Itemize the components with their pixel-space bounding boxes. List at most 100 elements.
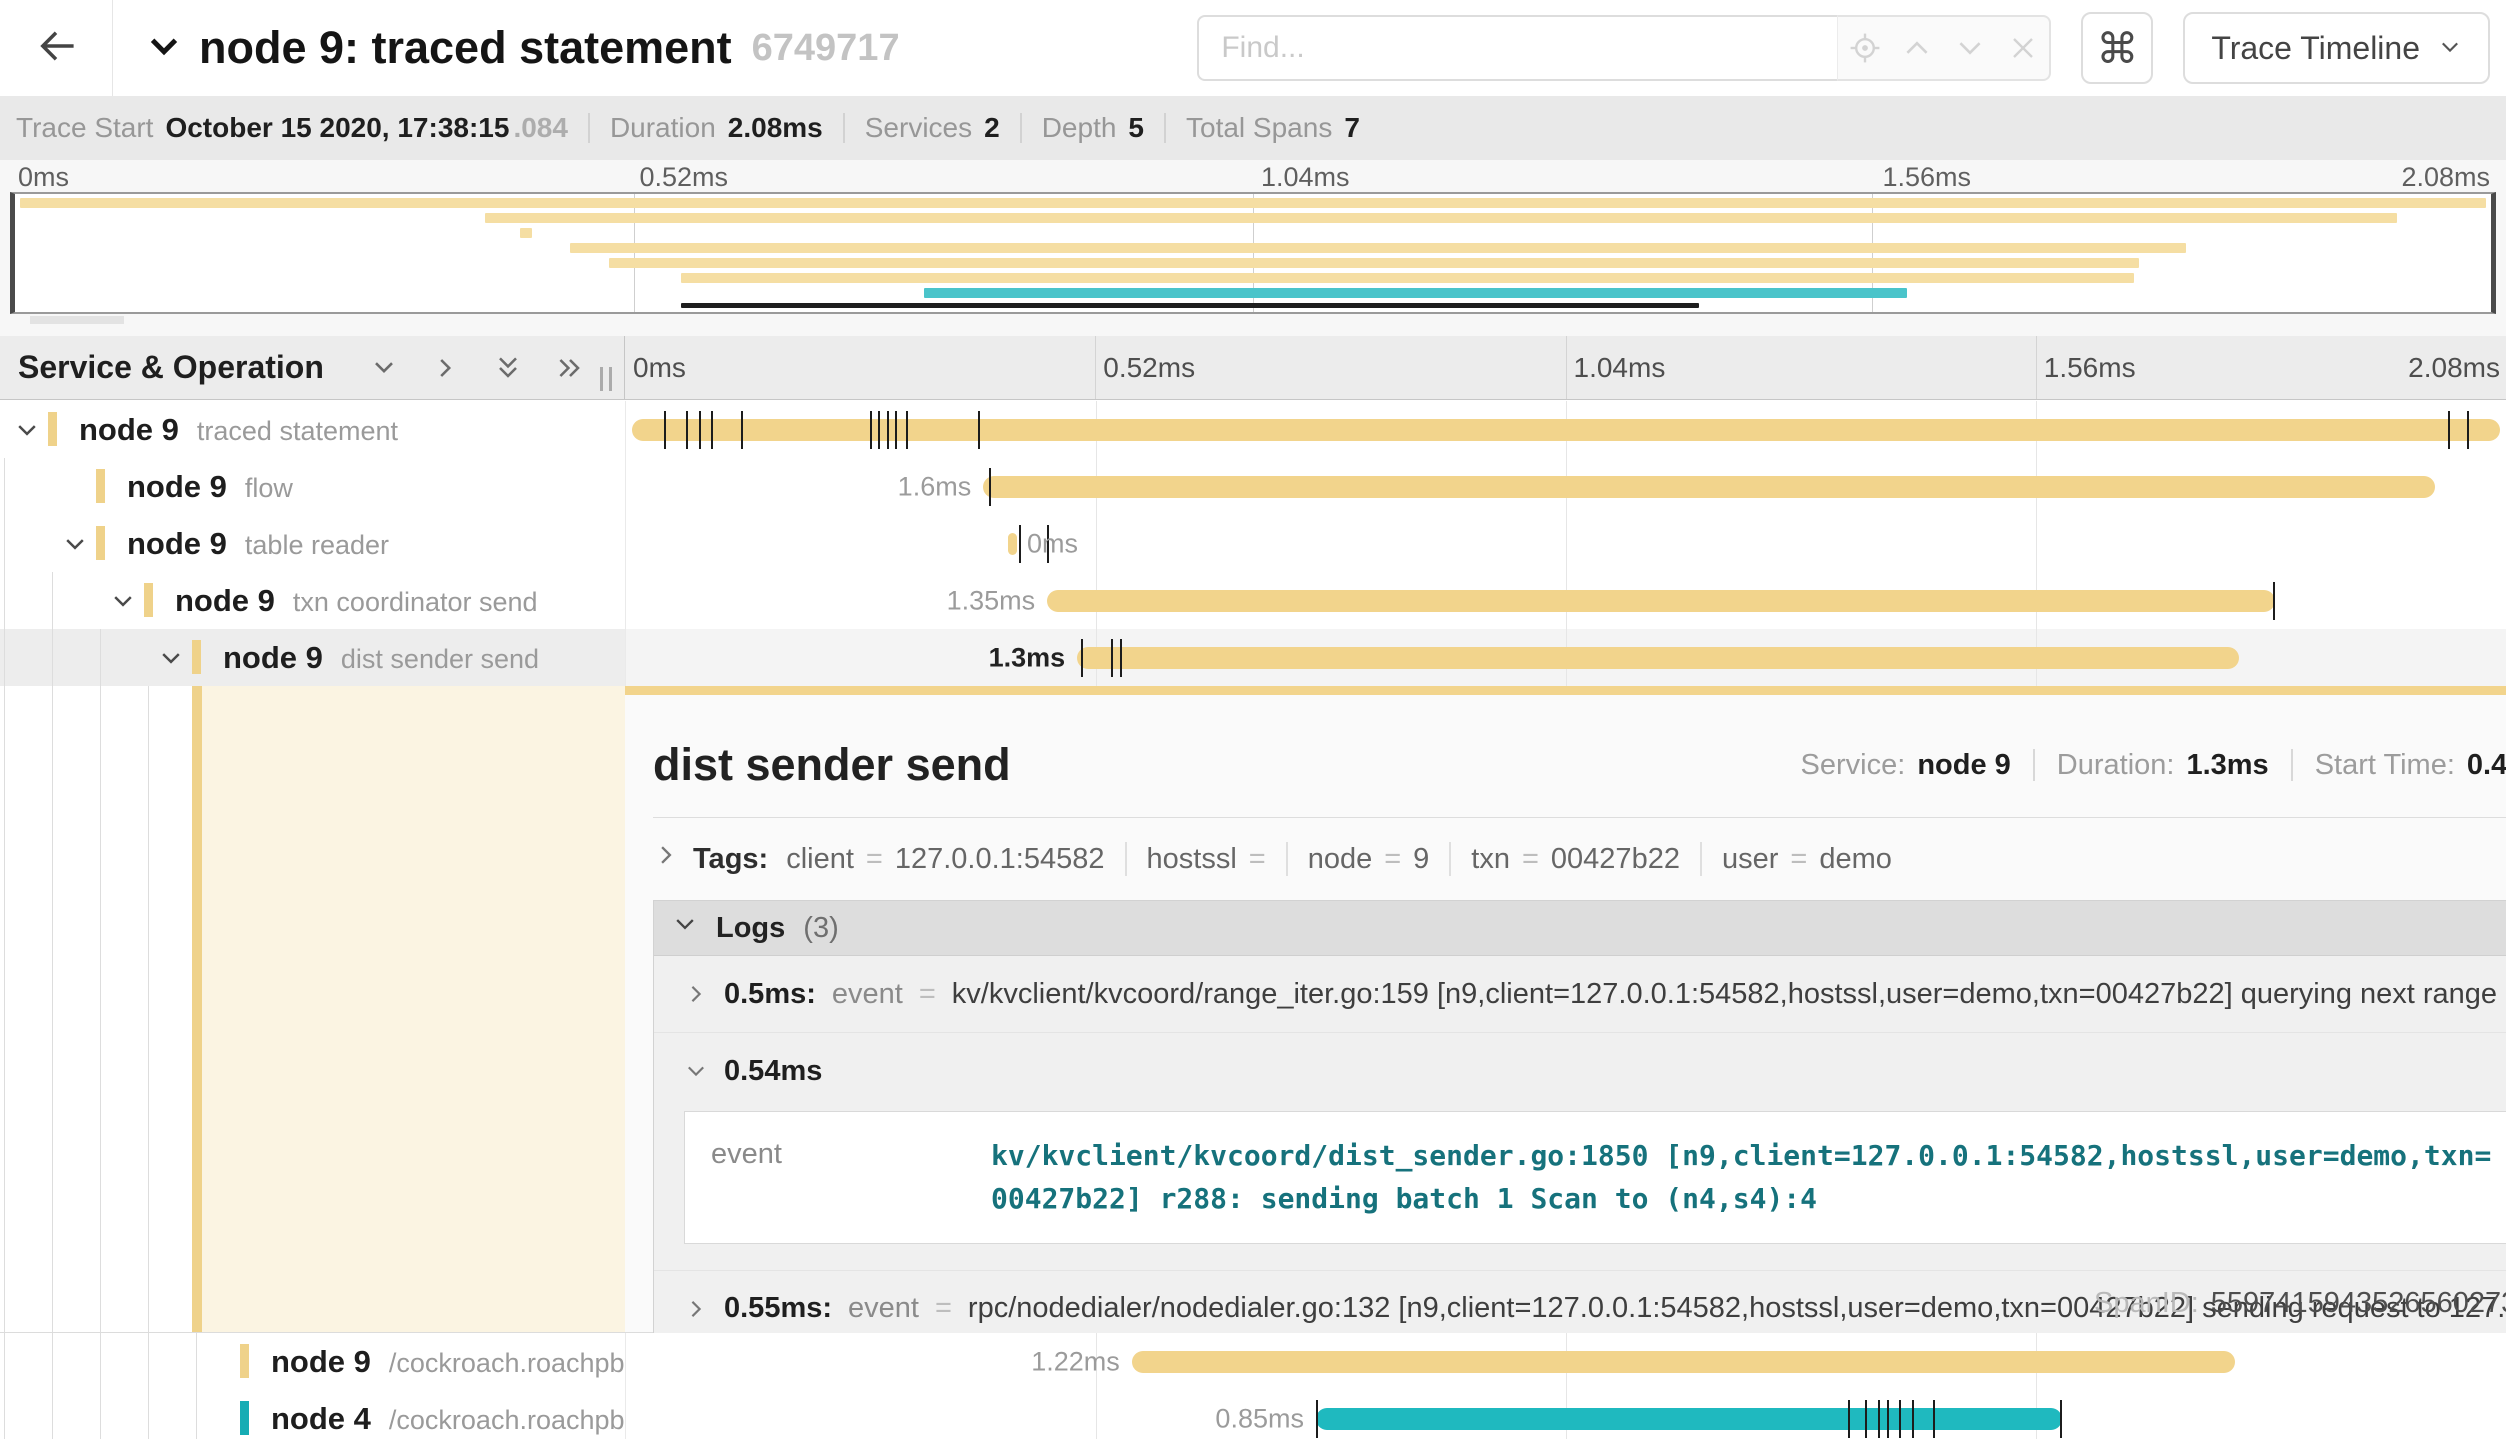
span-row-timeline-cell[interactable]: 1.3ms xyxy=(625,629,2506,686)
span-row-label[interactable]: node 9traced statement xyxy=(79,412,398,448)
chevron-down-icon[interactable] xyxy=(62,531,88,557)
span-row-timeline-cell[interactable]: 0.85ms xyxy=(625,1390,2506,1439)
minimap-canvas[interactable] xyxy=(10,192,2496,314)
ruler-tick-label: 1.56ms xyxy=(1883,162,1972,193)
span-row[interactable]: node 9flow 1.6ms xyxy=(0,458,2506,515)
collapse-all-icon[interactable] xyxy=(368,352,400,384)
tags-row[interactable]: Tags: client=127.0.0.1:54582hostssl=node… xyxy=(653,842,2506,876)
tree-guide-line xyxy=(4,515,5,572)
span-row-label[interactable]: node 9flow xyxy=(127,469,293,505)
selected-span-backdrop xyxy=(202,686,625,1332)
tag-item[interactable]: hostssl= xyxy=(1147,843,1266,876)
chevron-down-icon[interactable] xyxy=(110,588,136,614)
span-duration-bar[interactable] xyxy=(1132,1351,2236,1373)
stat-separator xyxy=(843,113,845,143)
span-row-timeline-cell[interactable]: 0ms xyxy=(625,515,2506,572)
operation-name: /cockroach.roachpb.I... xyxy=(389,1405,662,1436)
span-row[interactable]: node 9table reader 0ms xyxy=(0,515,2506,572)
span-row-name-cell[interactable]: node 9txn coordinator send xyxy=(0,572,625,629)
logs-header[interactable]: Logs (3) xyxy=(654,901,2506,956)
span-duration-bar[interactable] xyxy=(1316,1408,2062,1430)
span-row-label[interactable]: node 9/cockroach.roachpb.I... xyxy=(271,1344,662,1380)
span-row-label[interactable]: node 9table reader xyxy=(127,526,389,562)
span-row-label[interactable]: node 4/cockroach.roachpb.I... xyxy=(271,1401,662,1437)
chevron-down-icon[interactable] xyxy=(1950,32,1990,64)
find-input[interactable] xyxy=(1197,15,1837,81)
stat-value: 7 xyxy=(1344,112,1360,144)
span-row-name-cell[interactable]: node 4/cockroach.roachpb.I... xyxy=(0,1390,625,1439)
stat-separator xyxy=(1164,113,1166,143)
tag-item[interactable]: user=demo xyxy=(1722,843,1892,876)
log-entry-toggle[interactable]: 0.5ms:event=kv/kvclient/kvcoord/range_it… xyxy=(684,956,2506,1032)
span-id-label: SpanID: xyxy=(2094,1287,2199,1320)
timeline-ruler: 0ms0.52ms1.04ms1.56ms2.08ms xyxy=(625,336,2506,399)
log-event-tick xyxy=(1912,1400,1914,1438)
ruler-tick-label: 2.08ms xyxy=(2408,352,2500,384)
log-field-key: event xyxy=(711,1134,991,1221)
span-detail-header: dist sender send Service:node 9Duration:… xyxy=(653,739,2506,791)
span-row-name-cell[interactable]: node 9table reader xyxy=(0,515,625,572)
stat-label: Depth xyxy=(1042,112,1117,144)
span-row[interactable]: node 9dist sender send 1.3ms xyxy=(0,629,2506,686)
span-row-label[interactable]: node 9dist sender send xyxy=(223,640,539,676)
span-row[interactable]: node 4/cockroach.roachpb.I...0.85ms xyxy=(0,1390,2506,1439)
operation-name: dist sender send xyxy=(341,644,539,675)
span-duration-bar[interactable] xyxy=(1077,647,2239,669)
back-button[interactable] xyxy=(0,0,113,96)
service-color-chip xyxy=(96,469,105,503)
log-event-tick xyxy=(699,411,701,449)
minimap-span-bar xyxy=(681,273,2134,283)
log-entry-toggle[interactable]: 0.54ms xyxy=(684,1033,2506,1109)
double-chevron-right-icon[interactable] xyxy=(554,352,586,384)
trace-view-select[interactable]: Trace Timeline xyxy=(2183,12,2490,84)
span-duration-bar[interactable] xyxy=(983,476,2434,498)
chevron-down-icon[interactable] xyxy=(158,645,184,671)
equals-sign: = xyxy=(1249,843,1266,876)
span-row[interactable]: node 9traced statement xyxy=(0,401,2506,458)
span-row-timeline-cell[interactable]: 1.6ms xyxy=(625,458,2506,515)
service-color-chip xyxy=(96,526,105,560)
log-timestamp: 0.5ms: xyxy=(724,978,816,1011)
meta-value: 1.3ms xyxy=(2186,749,2268,782)
span-row-name-cell[interactable]: node 9flow xyxy=(0,458,625,515)
service-name: node 9 xyxy=(79,412,179,448)
stat-separator xyxy=(1020,113,1022,143)
span-row-timeline-cell[interactable]: 1.35ms xyxy=(625,572,2506,629)
tag-value: 127.0.0.1:54582 xyxy=(895,843,1105,876)
minimap-scrubber-handle[interactable] xyxy=(30,316,124,324)
minimap-scrub-bar[interactable] xyxy=(681,303,1699,308)
trace-title-wrap: node 9: traced statement 6749717 xyxy=(145,22,900,74)
minimap-span-bar xyxy=(609,258,2139,268)
minimap-span-bar xyxy=(520,228,532,238)
tag-item[interactable]: txn=00427b22 xyxy=(1471,843,1680,876)
span-row-timeline-cell[interactable]: 1.22ms xyxy=(625,1333,2506,1390)
span-row[interactable]: node 9/cockroach.roachpb.I...1.22ms xyxy=(0,1333,2506,1390)
column-resize-handle[interactable] xyxy=(600,367,612,391)
log-event-tick xyxy=(1316,1400,1318,1438)
locate-icon[interactable] xyxy=(1845,32,1885,64)
chevron-up-icon[interactable] xyxy=(1897,32,1937,64)
span-row-label[interactable]: node 9txn coordinator send xyxy=(175,583,538,619)
span-id-value: 5597415943526560273 xyxy=(2211,1287,2506,1320)
expand-one-icon[interactable] xyxy=(430,352,462,384)
span-duration-bar[interactable] xyxy=(1047,590,2275,612)
tag-item[interactable]: client=127.0.0.1:54582 xyxy=(786,843,1104,876)
double-chevron-down-icon[interactable] xyxy=(492,352,524,384)
tree-guide-line xyxy=(52,1333,53,1390)
equals-sign: = xyxy=(1790,843,1807,876)
span-row-name-cell[interactable]: node 9dist sender send xyxy=(0,629,625,686)
chevron-down-icon[interactable] xyxy=(14,417,40,443)
span-row-name-cell[interactable]: node 9/cockroach.roachpb.I... xyxy=(0,1333,625,1390)
tag-item[interactable]: node=9 xyxy=(1308,843,1430,876)
chevron-down-icon[interactable] xyxy=(145,27,183,70)
log-event-tick xyxy=(1081,639,1083,677)
span-row-timeline-cell[interactable] xyxy=(625,401,2506,458)
stat-label: Total Spans xyxy=(1186,112,1332,144)
span-duration-bar[interactable] xyxy=(632,419,2501,441)
ruler-tick-label: 0.52ms xyxy=(640,162,729,193)
span-row-name-cell[interactable]: node 9traced statement xyxy=(0,401,625,458)
span-row[interactable]: node 9txn coordinator send 1.35ms xyxy=(0,572,2506,629)
close-icon[interactable] xyxy=(2003,33,2043,63)
keyboard-shortcuts-button[interactable]: ⌘ xyxy=(2081,12,2153,84)
span-duration-bar[interactable] xyxy=(1008,533,1017,555)
